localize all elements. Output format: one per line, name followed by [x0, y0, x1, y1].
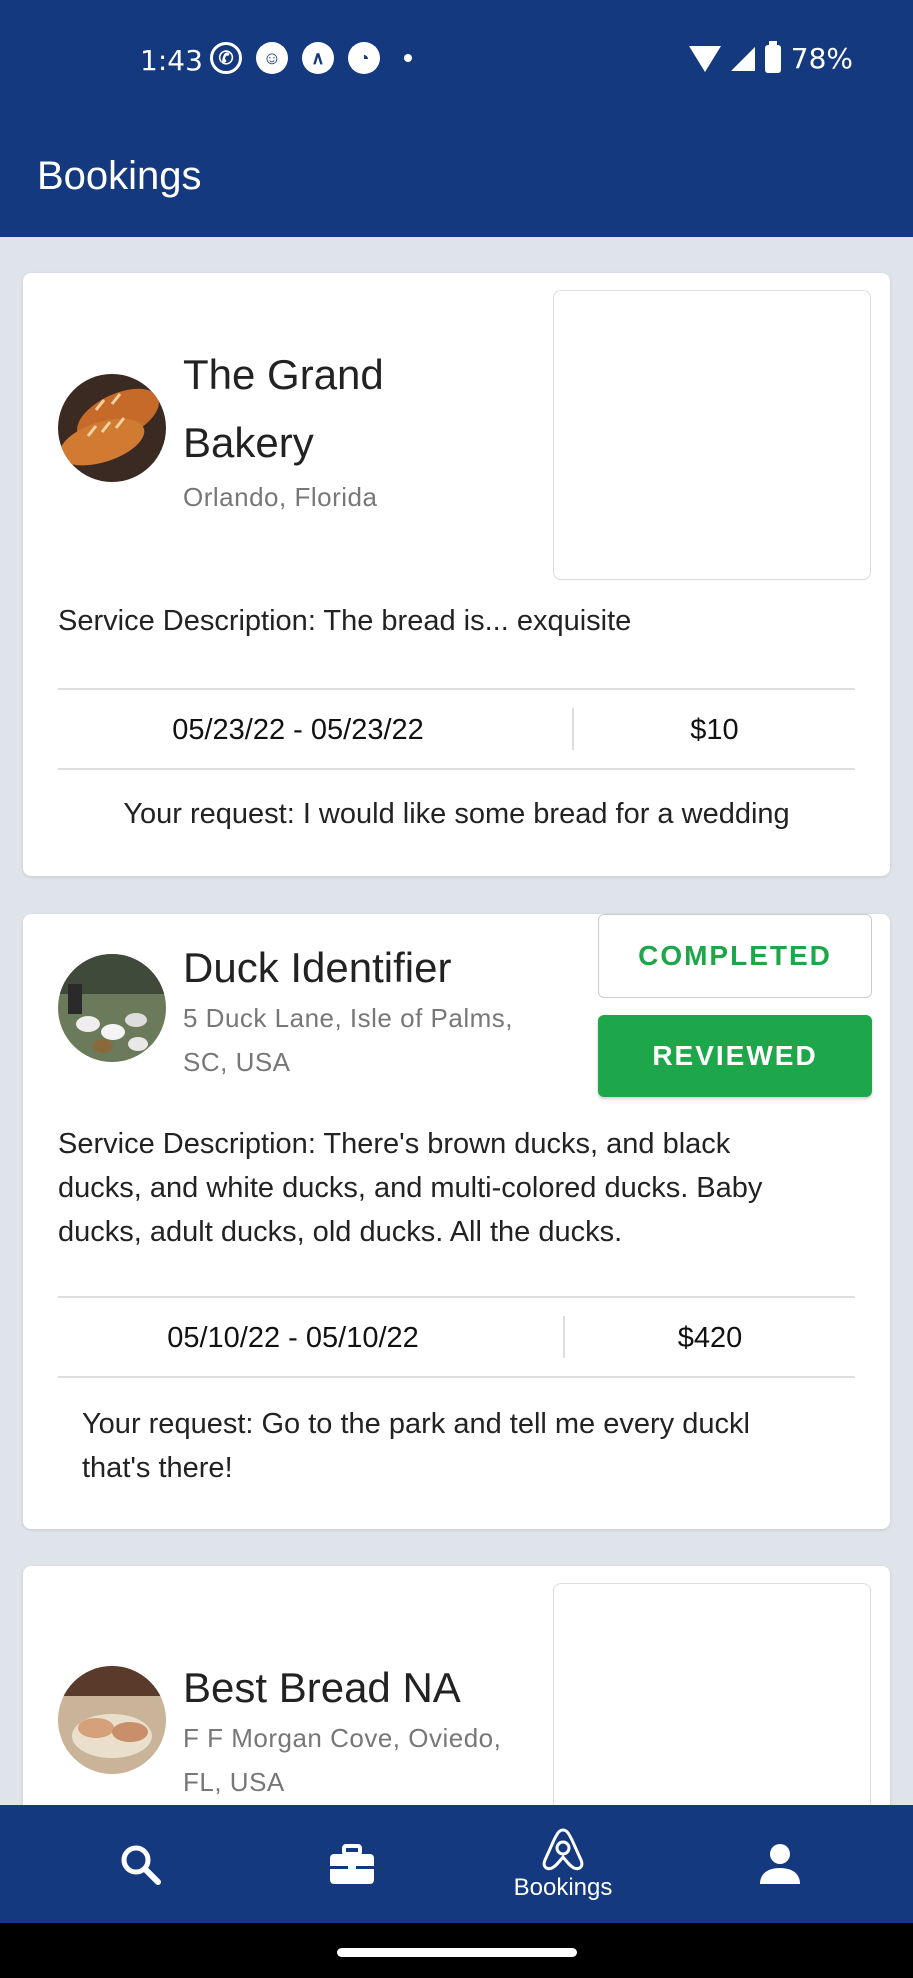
nav-search[interactable] [80, 1805, 200, 1923]
avatar [58, 1666, 166, 1774]
search-icon [121, 1845, 161, 1885]
more-notifications-dot [404, 54, 412, 62]
battery-icon [764, 40, 781, 73]
status-right: 78% [688, 40, 853, 75]
booking-request: Your request: Go to the park and tell me… [82, 1408, 750, 1440]
nav-services[interactable] [292, 1805, 412, 1923]
business-location: Orlando, Florida [183, 482, 378, 512]
service-description-line2: ducks, and white ducks, and multi-colore… [58, 1172, 763, 1204]
service-description-line3: ducks, adult ducks, old ducks. All the d… [58, 1216, 623, 1248]
app-icon: ∧ [302, 42, 334, 74]
business-location-line2: SC, USA [183, 1047, 291, 1077]
service-image-placeholder [553, 290, 871, 580]
app-bar: Bookings [0, 120, 913, 237]
booking-card[interactable]: Duck Identifier 5 Duck Lane, Isle of Pal… [23, 914, 890, 1529]
divider [58, 688, 855, 690]
booking-price: $420 [677, 1322, 743, 1354]
signal-icon [730, 46, 755, 71]
wifi-icon [688, 45, 721, 72]
notification-icons: ✆ ☺ ∧ ◔ [210, 42, 412, 74]
service-description: Service Description: There's brown ducks… [58, 1128, 731, 1160]
booking-dates: 05/10/22 - 05/10/22 [167, 1322, 419, 1354]
nav-profile[interactable] [720, 1805, 840, 1923]
service-description: Service Description: The bread is... exq… [58, 605, 632, 637]
bookings-icon [542, 1828, 584, 1871]
status-bar: 1:43 ✆ ☺ ∧ ◔ 78% [0, 0, 913, 120]
booking-request-line2: that's there! [82, 1452, 233, 1484]
business-name: The Grand [183, 351, 384, 398]
avatar [58, 954, 166, 1062]
business-location: 5 Duck Lane, Isle of Palms, [183, 1003, 513, 1033]
business-location: F F Morgan Cove, Oviedo, [183, 1723, 502, 1753]
avatar [58, 374, 166, 482]
briefcase-icon [330, 1844, 374, 1884]
business-location-line2: FL, USA [183, 1767, 285, 1797]
booking-dates: 05/23/22 - 05/23/22 [172, 714, 424, 746]
whatsapp-icon: ✆ [210, 42, 242, 74]
system-navigation-bar [0, 1923, 913, 1978]
status-time: 1:43 [140, 44, 203, 77]
reviewed-button[interactable]: REVIEWED [598, 1015, 872, 1097]
divider [58, 1296, 855, 1298]
nav-bookings-label: Bookings [513, 1874, 613, 1901]
nav-bookings[interactable]: Bookings [483, 1805, 643, 1923]
booking-request: Your request: I would like some bread fo… [123, 798, 790, 830]
booking-card[interactable]: The Grand Bakery Orlando, Florida Servic… [23, 273, 890, 876]
bottom-navigation: Bookings [0, 1805, 913, 1923]
page-title: Bookings [37, 154, 202, 198]
battery-percent: 78% [790, 42, 853, 75]
divider [58, 1376, 855, 1378]
booking-price: $10 [690, 714, 739, 746]
person-icon [760, 1844, 800, 1884]
business-name-line2: Bakery [183, 419, 314, 466]
completed-status-button[interactable]: COMPLETED [598, 914, 872, 998]
business-name: Duck Identifier [183, 944, 452, 991]
divider [58, 768, 855, 770]
business-name: Best Bread NA [183, 1664, 461, 1711]
home-gesture-pill[interactable] [337, 1948, 577, 1957]
snapchat-icon: ☺ [256, 42, 288, 74]
taco-bell-icon: ◔ [348, 42, 380, 74]
